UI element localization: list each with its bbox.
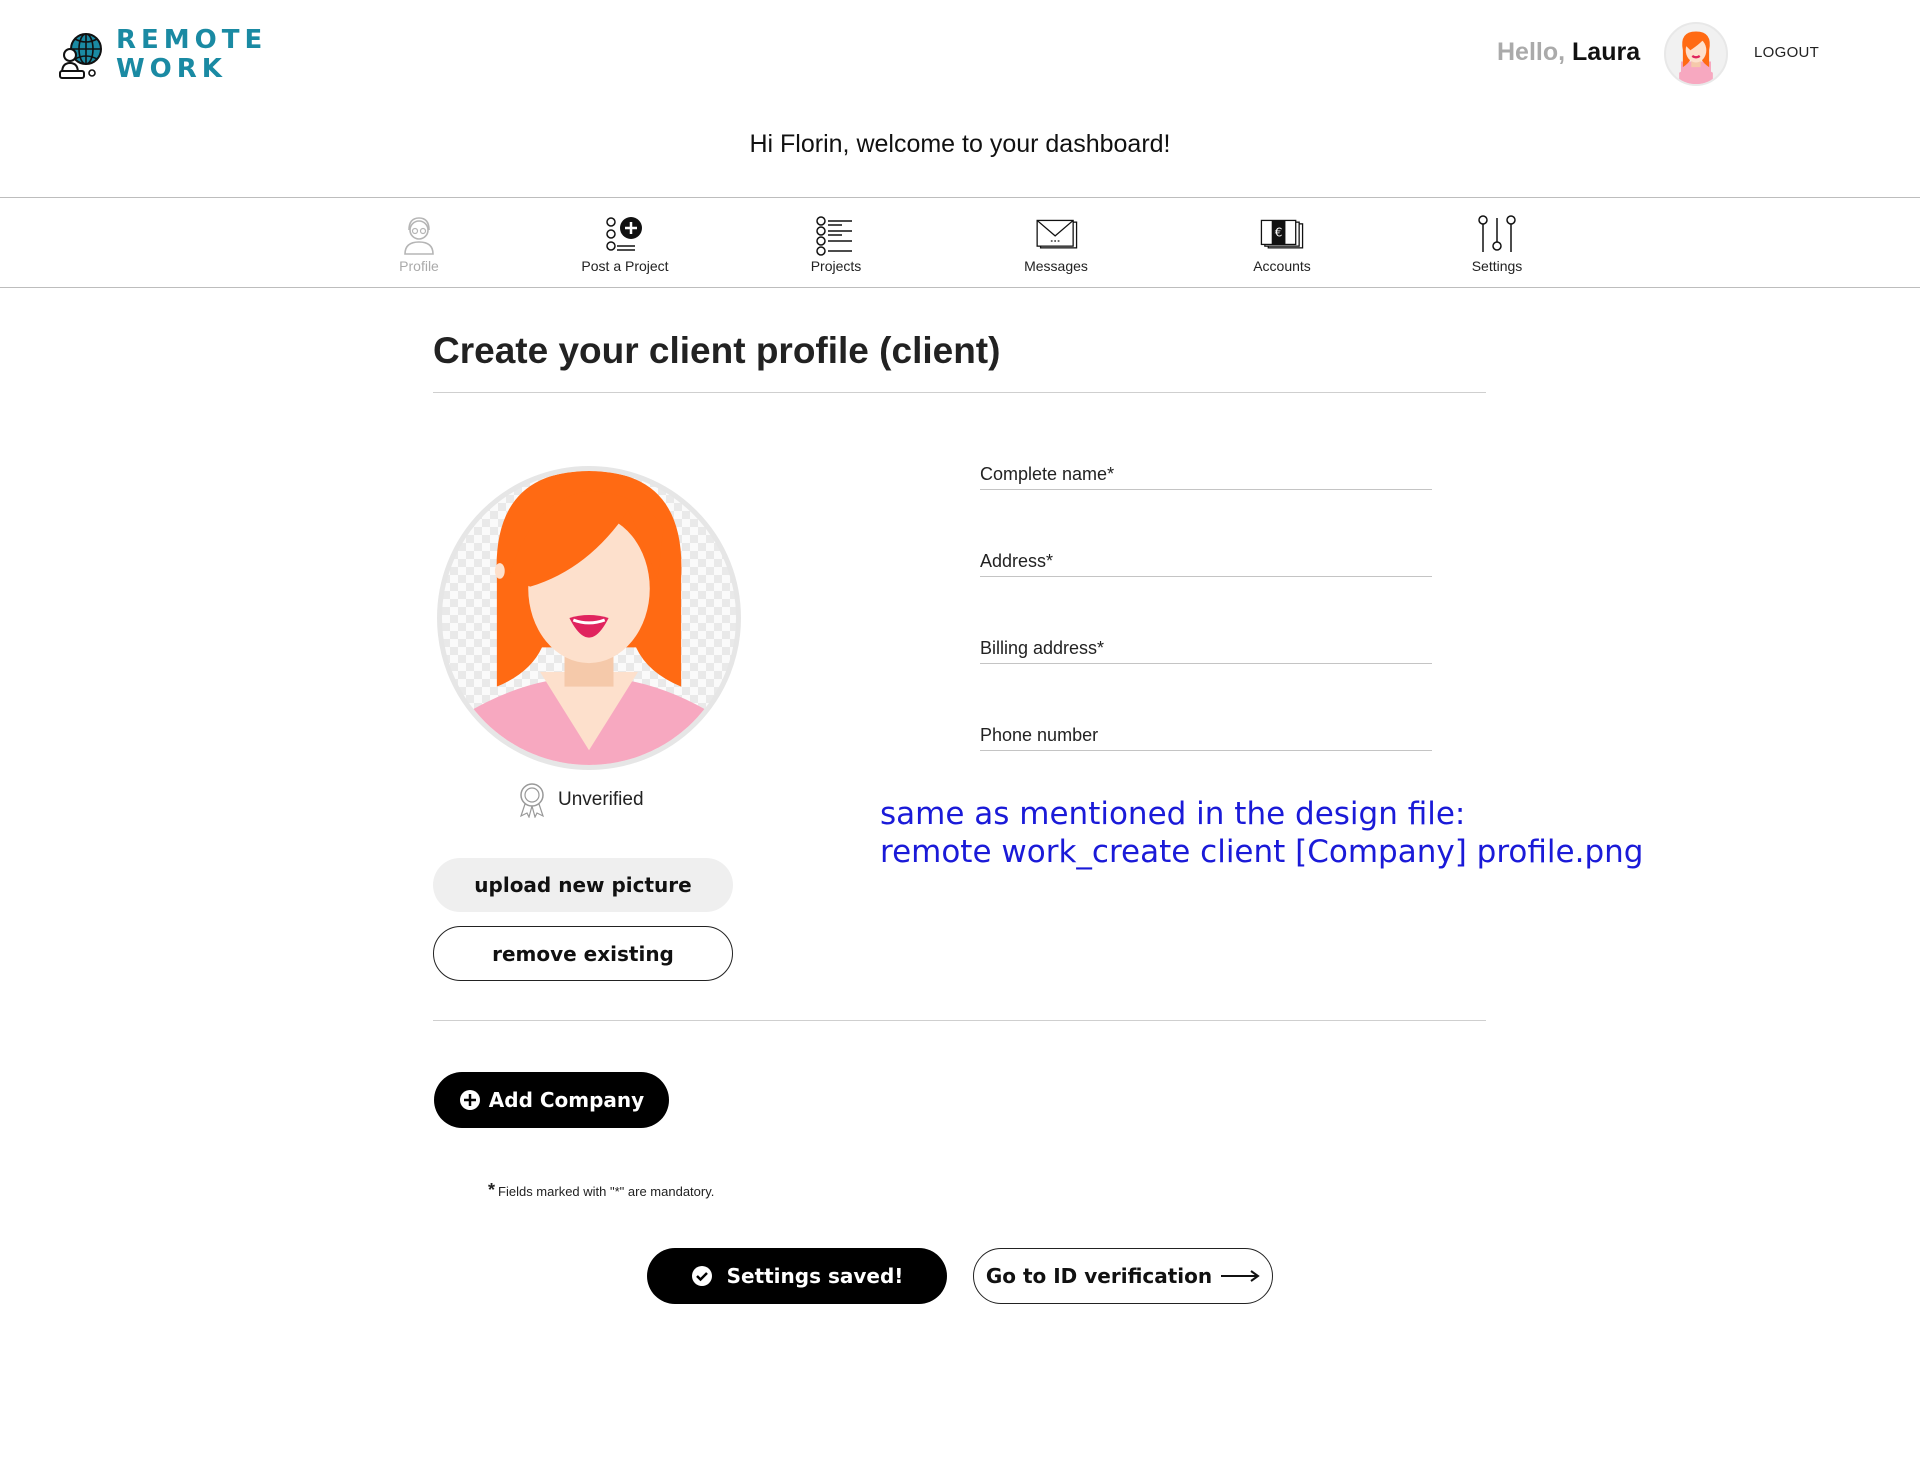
design-note-line1: same as mentioned in the design file: <box>880 796 1466 832</box>
nav-item-accounts[interactable]: € Accounts <box>1212 214 1352 274</box>
settings-icon <box>1478 215 1516 252</box>
greeting: Hello, Laura <box>1497 38 1640 67</box>
billing-address-label: Billing address* <box>980 638 1105 658</box>
design-note-line2: remote work_create client [Company] prof… <box>880 834 1644 870</box>
nav-item-post-project[interactable]: Post a Project <box>555 214 695 274</box>
main-nav: Profile Post a Project Projects Messages… <box>0 197 1920 288</box>
mandatory-text: Fields marked with "*" are mandatory. <box>498 1184 715 1199</box>
profile-picture[interactable] <box>437 466 741 770</box>
logo-line1: REMOTE <box>116 25 268 55</box>
design-note: same as mentioned in the design file: re… <box>880 795 1643 871</box>
logo-line2: WORK <box>116 54 227 84</box>
nav-label: Accounts <box>1253 258 1311 274</box>
profile-icon <box>404 217 434 255</box>
nav-label: Post a Project <box>581 258 669 274</box>
globe-worker-icon <box>59 33 102 79</box>
nav-label: Settings <box>1471 258 1523 274</box>
check-circle-icon <box>691 1266 712 1286</box>
phone-number-label: Phone number <box>980 725 1099 745</box>
settings-saved-label: Settings saved! <box>726 1264 904 1288</box>
address-field[interactable]: Address* <box>980 551 1432 577</box>
add-company-button[interactable]: Add Company <box>434 1072 669 1128</box>
page: REMOTE WORK Hello, Laura LOGOUT Hi Flori… <box>0 0 1920 1470</box>
remove-picture-button[interactable]: remove existing <box>433 926 733 981</box>
verification-label: Unverified <box>558 789 644 810</box>
mandatory-star: * <box>488 1180 496 1200</box>
phone-number-field[interactable]: Phone number <box>980 725 1432 751</box>
address-label: Address* <box>980 551 1054 571</box>
verification-status: Unverified <box>518 782 644 818</box>
nav-item-projects[interactable]: Projects <box>766 214 906 274</box>
add-company-label: Add Company <box>488 1088 645 1112</box>
complete-name-label: Complete name* <box>980 464 1115 484</box>
upload-picture-button[interactable]: upload new picture <box>433 858 733 912</box>
plus-circle-icon <box>459 1090 480 1110</box>
billing-address-field[interactable]: Billing address* <box>980 638 1432 664</box>
logo[interactable]: REMOTE WORK <box>58 26 267 84</box>
profile-picture-image <box>461 471 717 765</box>
messages-icon <box>1036 219 1078 249</box>
nav-label: Messages <box>1024 258 1088 274</box>
nav-label: Profile <box>399 258 439 274</box>
post-project-icon <box>606 217 642 251</box>
greeting-hello: Hello, <box>1497 38 1566 66</box>
nav-item-profile[interactable]: Profile <box>349 214 489 274</box>
section-divider <box>433 1020 1486 1021</box>
projects-icon <box>816 216 852 256</box>
title-divider <box>433 392 1486 393</box>
nav-item-messages[interactable]: Messages <box>986 214 1126 274</box>
complete-name-field[interactable]: Complete name* <box>980 464 1432 490</box>
settings-saved-button[interactable]: Settings saved! <box>647 1248 947 1304</box>
avatar-icon <box>1679 31 1713 84</box>
award-badge-icon <box>519 783 545 818</box>
nav-label: Projects <box>810 258 862 274</box>
greeting-user-name: Laura <box>1572 38 1641 66</box>
page-title: Create your client profile (client) <box>433 330 1001 371</box>
arrow-right-icon <box>1221 1270 1260 1282</box>
nav-item-settings[interactable]: Settings <box>1427 214 1567 274</box>
accounts-icon: € <box>1260 219 1304 249</box>
id-verification-button[interactable]: Go to ID verification <box>973 1248 1273 1304</box>
mandatory-note: * Fields marked with "*" are mandatory. <box>488 1180 714 1201</box>
header-avatar[interactable] <box>1664 22 1728 86</box>
svg-text:€: € <box>1275 226 1283 240</box>
welcome-message: Hi Florin, welcome to your dashboard! <box>749 130 1171 158</box>
id-verification-label: Go to ID verification <box>985 1264 1213 1288</box>
logout-link[interactable]: LOGOUT <box>1754 44 1819 61</box>
